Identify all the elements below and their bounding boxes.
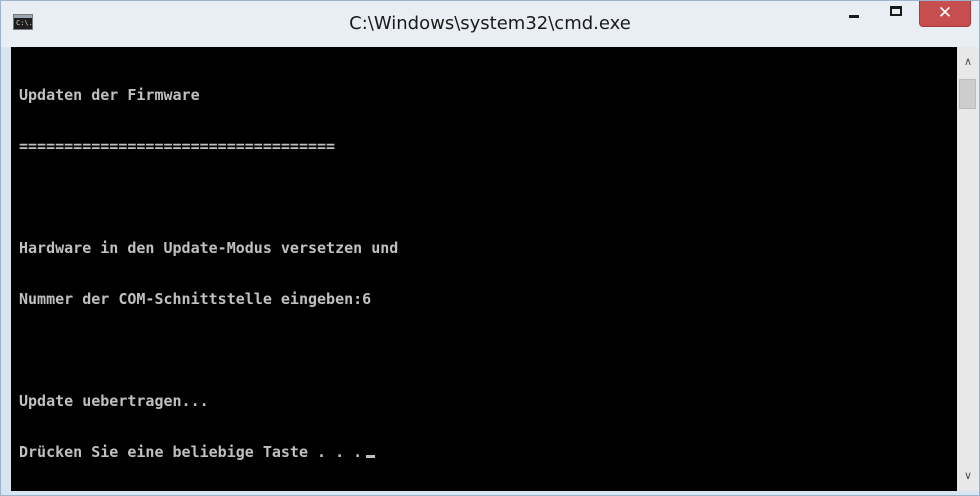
scroll-down-arrow-icon[interactable]: ∨ [957, 465, 979, 487]
console-line: Update uebertragen... [19, 392, 209, 410]
console-prompt-line: Drücken Sie eine beliebige Taste . . . [19, 444, 398, 461]
console-output[interactable]: Updaten der Firmware ===================… [11, 47, 957, 491]
close-button[interactable]: ✕ [919, 1, 971, 27]
console-line: Drücken Sie eine beliebige Taste . . . [19, 443, 363, 461]
maximize-icon [890, 6, 902, 16]
scroll-up-arrow-icon[interactable]: ∧ [957, 51, 979, 73]
minimize-icon [849, 15, 859, 18]
scroll-thumb[interactable] [959, 79, 976, 109]
console-line: =================================== [19, 137, 336, 155]
console-line: Hardware in den Update-Modus versetzen u… [19, 239, 399, 257]
text-cursor [366, 455, 376, 458]
maximize-button[interactable] [879, 1, 913, 27]
vertical-scrollbar[interactable]: ∧ ∨ [957, 47, 979, 491]
window-title: C:\Windows\system32\cmd.exe [349, 13, 631, 34]
minimize-button[interactable] [837, 1, 871, 27]
console-line: Nummer der COM-Schnittstelle eingeben:6 [19, 290, 372, 308]
console-text: Updaten der Firmware ===================… [19, 53, 398, 491]
close-icon: ✕ [937, 3, 953, 23]
cmd-window: C:\. C:\Windows\system32\cmd.exe ✕ Updat… [0, 0, 980, 496]
console-line: Updaten der Firmware [19, 86, 200, 104]
title-bar[interactable]: C:\. C:\Windows\system32\cmd.exe ✕ [1, 1, 979, 47]
